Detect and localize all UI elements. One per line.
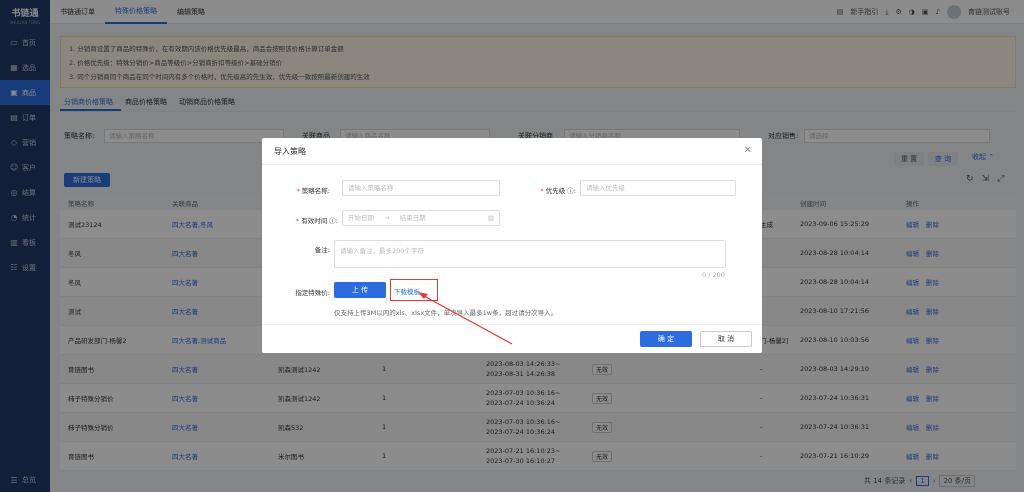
annotation-arrow [418, 292, 513, 345]
